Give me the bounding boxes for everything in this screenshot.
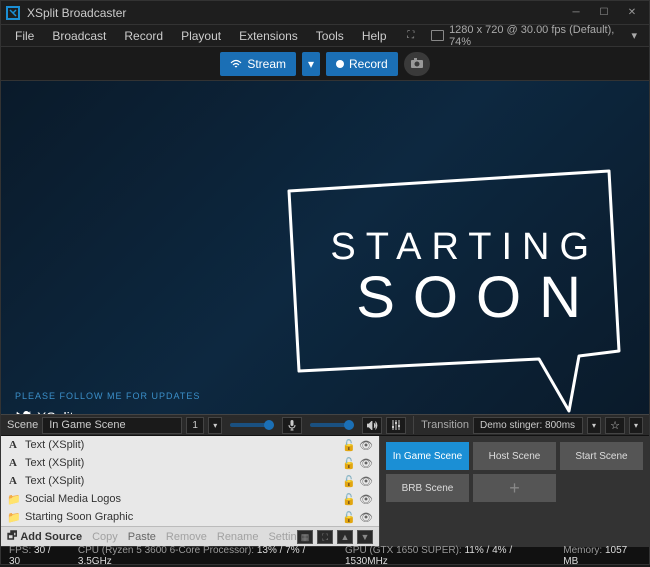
layout-controls: ▦ ⛶ ▲ ▼ bbox=[297, 530, 373, 544]
memory-stat: Memory: 1057 MB bbox=[563, 545, 641, 567]
follow-caption: PLEASE FOLLOW ME FOR UPDATES bbox=[15, 391, 200, 401]
eye-icon[interactable]: 👁 bbox=[359, 493, 373, 506]
app-window: XSplit Broadcaster ─ ☐ ✕ File Broadcast … bbox=[0, 0, 650, 565]
scene-button-brb[interactable]: BRB Scene bbox=[386, 474, 469, 502]
fps-stat: FPS: 30 / 30 bbox=[9, 545, 62, 567]
resolution-text: 1280 x 720 @ 30.00 fps (Default), 74% bbox=[449, 24, 626, 48]
record-icon bbox=[336, 60, 344, 68]
gpu-stat: GPU (GTX 1650 SUPER): 11% / 4% / 1530MHz bbox=[345, 545, 547, 567]
sources-panel: AText (XSplit)🔓👁 AText (XSplit)🔓👁 AText … bbox=[1, 436, 379, 546]
favorite-button[interactable]: ☆ bbox=[605, 417, 625, 434]
mixer-icon bbox=[391, 420, 401, 430]
stream-button[interactable]: Stream bbox=[220, 52, 296, 76]
add-scene-button[interactable]: + bbox=[473, 474, 556, 502]
camera-button[interactable] bbox=[404, 52, 430, 76]
resolution-dropdown[interactable]: 1280 x 720 @ 30.00 fps (Default), 74% ▾ bbox=[425, 22, 643, 50]
source-item[interactable]: AText (XSplit)🔓👁 bbox=[1, 472, 379, 490]
menu-bar: File Broadcast Record Playout Extensions… bbox=[1, 25, 649, 47]
speaker-button[interactable] bbox=[362, 417, 382, 434]
minimize-button[interactable]: ─ bbox=[563, 4, 589, 22]
mic-volume-slider[interactable] bbox=[230, 423, 274, 427]
menu-playout[interactable]: Playout bbox=[173, 26, 229, 46]
eye-icon[interactable]: 👁 bbox=[359, 457, 373, 470]
fullscreen-icon[interactable]: ⛶ bbox=[399, 27, 423, 45]
stream-dropdown[interactable]: ▾ bbox=[302, 52, 320, 76]
control-bar: Scene In Game Scene 1 ▾ Transition Demo … bbox=[1, 414, 649, 436]
preview-canvas[interactable]: STARTING SOON PLEASE FOLLOW ME FOR UPDAT… bbox=[1, 81, 649, 414]
record-button[interactable]: Record bbox=[326, 52, 398, 76]
starting-soon-text: STARTING SOON bbox=[330, 226, 599, 331]
transition-label: Transition bbox=[421, 419, 469, 431]
cpu-stat: CPU (Ryzen 5 3600 6-Core Processor): 13%… bbox=[78, 545, 329, 567]
lock-icon[interactable]: 🔓 bbox=[342, 457, 356, 470]
speaker-icon bbox=[367, 421, 378, 430]
transition-dropdown[interactable]: Demo stinger: 800ms bbox=[473, 417, 583, 434]
lock-icon[interactable]: 🔓 bbox=[342, 439, 356, 452]
menu-help[interactable]: Help bbox=[354, 26, 395, 46]
main-toolbar: Stream ▾ Record bbox=[1, 47, 649, 81]
wifi-icon bbox=[230, 59, 242, 69]
copy-button[interactable]: Copy bbox=[92, 531, 118, 543]
status-bar: FPS: 30 / 30 CPU (Ryzen 5 3600 6-Core Pr… bbox=[1, 546, 649, 564]
chevron-down-icon: ▾ bbox=[631, 29, 637, 42]
scenes-panel: In Game Scene Host Scene Start Scene BRB… bbox=[379, 436, 649, 546]
source-item[interactable]: 📁Starting Soon Graphic🔓👁 bbox=[1, 508, 379, 526]
menu-broadcast[interactable]: Broadcast bbox=[44, 26, 114, 46]
lock-icon[interactable]: 🔓 bbox=[342, 475, 356, 488]
social-twitter: XSplit bbox=[15, 409, 74, 414]
scene-number[interactable]: 1 bbox=[186, 417, 204, 434]
folder-icon: 📁 bbox=[7, 493, 19, 506]
scene-button-host[interactable]: Host Scene bbox=[473, 442, 556, 470]
grid-icon[interactable]: ▦ bbox=[297, 530, 313, 544]
mic-icon bbox=[288, 420, 296, 431]
favorite-dropdown[interactable]: ▾ bbox=[629, 417, 643, 434]
menu-record[interactable]: Record bbox=[116, 26, 171, 46]
source-item[interactable]: AText (XSplit)🔓👁 bbox=[1, 436, 379, 454]
scene-button-start[interactable]: Start Scene bbox=[560, 442, 643, 470]
window-title: XSplit Broadcaster bbox=[27, 6, 563, 20]
eye-icon[interactable]: 👁 bbox=[359, 511, 373, 524]
source-toolbar: 🗗Add Source Copy Paste Remove Rename Set… bbox=[1, 526, 379, 546]
eye-icon[interactable]: 👁 bbox=[359, 475, 373, 488]
move-down-icon[interactable]: ▼ bbox=[357, 530, 373, 544]
maximize-button[interactable]: ☐ bbox=[591, 4, 617, 22]
window-controls: ─ ☐ ✕ bbox=[563, 4, 645, 22]
source-item[interactable]: 📁Social Media Logos🔓👁 bbox=[1, 490, 379, 508]
source-item[interactable]: AText (XSplit)🔓👁 bbox=[1, 454, 379, 472]
twitter-icon bbox=[15, 409, 31, 414]
add-source-button[interactable]: 🗗Add Source bbox=[7, 527, 82, 546]
camera-icon bbox=[410, 58, 424, 69]
remove-button[interactable]: Remove bbox=[166, 531, 207, 543]
expand-icon[interactable]: ⛶ bbox=[317, 530, 333, 544]
transition-arrow[interactable]: ▾ bbox=[587, 417, 601, 434]
menu-extensions[interactable]: Extensions bbox=[231, 26, 306, 46]
lower-panel: AText (XSplit)🔓👁 AText (XSplit)🔓👁 AText … bbox=[1, 436, 649, 546]
menu-file[interactable]: File bbox=[7, 26, 42, 46]
rename-button[interactable]: Rename bbox=[217, 531, 259, 543]
scene-button-ingame[interactable]: In Game Scene bbox=[386, 442, 469, 470]
scene-grid: In Game Scene Host Scene Start Scene BRB… bbox=[386, 442, 643, 502]
mic-button[interactable] bbox=[282, 417, 302, 434]
move-up-icon[interactable]: ▲ bbox=[337, 530, 353, 544]
social-list: XSplit XSplit XSplit bbox=[15, 409, 74, 414]
mixer-button[interactable] bbox=[386, 417, 406, 434]
text-source-icon: A bbox=[7, 439, 19, 451]
text-source-icon: A bbox=[7, 457, 19, 469]
menu-tools[interactable]: Tools bbox=[308, 26, 352, 46]
scene-label: Scene bbox=[7, 419, 38, 431]
eye-icon[interactable]: 👁 bbox=[359, 439, 373, 452]
close-button[interactable]: ✕ bbox=[619, 4, 645, 22]
app-icon bbox=[5, 5, 21, 21]
lock-icon[interactable]: 🔓 bbox=[342, 493, 356, 506]
scene-dropdown[interactable]: ▾ bbox=[208, 417, 222, 434]
source-list[interactable]: AText (XSplit)🔓👁 AText (XSplit)🔓👁 AText … bbox=[1, 436, 379, 526]
scene-name-field[interactable]: In Game Scene bbox=[42, 417, 182, 434]
folder-icon: 📁 bbox=[7, 511, 19, 524]
plus-icon: 🗗 bbox=[7, 527, 17, 546]
lock-icon[interactable]: 🔓 bbox=[342, 511, 356, 524]
paste-button[interactable]: Paste bbox=[128, 531, 156, 543]
monitor-icon bbox=[431, 30, 444, 41]
speaker-volume-slider[interactable] bbox=[310, 423, 354, 427]
text-source-icon: A bbox=[7, 475, 19, 487]
